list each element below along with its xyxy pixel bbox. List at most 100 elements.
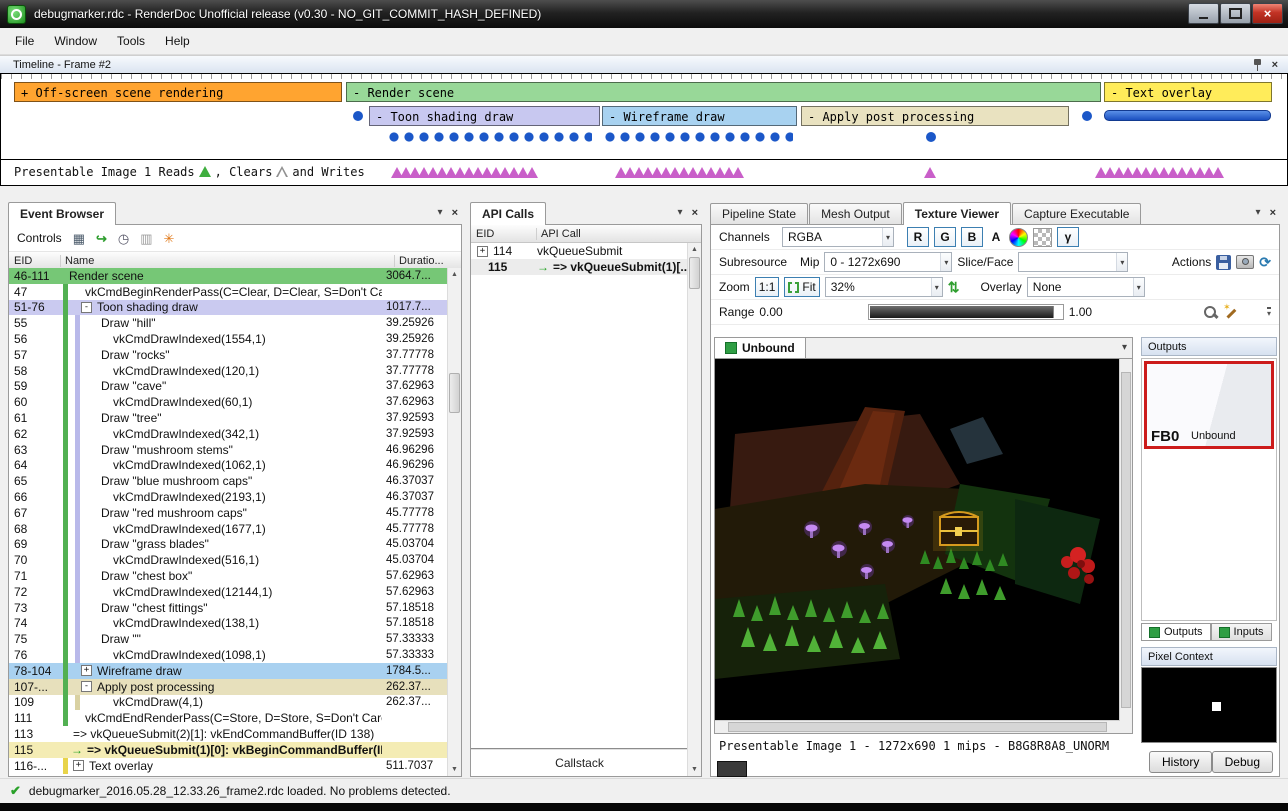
- api-row-115[interactable]: 115→=> vkQueueSubmit(1)[...: [471, 259, 701, 275]
- event-browser-scrollbar[interactable]: ▲ ▼: [447, 268, 461, 776]
- magnifier-icon[interactable]: [1203, 305, 1218, 320]
- column-eid[interactable]: EID: [471, 228, 537, 240]
- close-icon[interactable]: ×: [452, 207, 458, 219]
- texture-horizontal-scrollbar[interactable]: [715, 720, 1120, 733]
- tab-api-calls[interactable]: API Calls: [470, 202, 546, 225]
- event-row-116-...[interactable]: 116-...+Text overlay511.7037: [9, 758, 448, 774]
- timeline-block-wireframe[interactable]: - Wireframe draw: [602, 106, 797, 126]
- texture-viewport[interactable]: [714, 358, 1133, 734]
- draw-marker-dot[interactable]: [926, 132, 936, 142]
- event-row-61[interactable]: 61Draw "tree"37.92593: [9, 410, 448, 426]
- draw-marker-dot[interactable]: [353, 111, 363, 121]
- tab-event-browser[interactable]: Event Browser: [8, 202, 116, 225]
- api-row-114[interactable]: +114vkQueueSubmit: [471, 243, 701, 259]
- slice-face-dropdown[interactable]: ▾: [1018, 252, 1128, 272]
- event-row-75[interactable]: 75Draw ""57.33333: [9, 631, 448, 647]
- toolbar-overflow-icon[interactable]: ▾: [1267, 307, 1271, 317]
- event-row-62[interactable]: 62vkCmdDrawIndexed(342,1)37.92593: [9, 426, 448, 442]
- title-bar[interactable]: debugmarker.rdc - RenderDoc Unofficial r…: [0, 0, 1288, 28]
- api-calls-scrollbar[interactable]: ▲ ▼: [687, 243, 701, 776]
- snapshot-icon[interactable]: [1236, 255, 1254, 269]
- grid-icon[interactable]: ▦: [73, 232, 85, 245]
- timeline-block-text-overlay[interactable]: - Text overlay: [1104, 82, 1272, 102]
- autofit-wand-icon[interactable]: [1223, 305, 1238, 320]
- tab-mesh-output[interactable]: Mesh Output: [809, 203, 902, 225]
- toon-draw-dots[interactable]: [389, 132, 592, 142]
- event-row-74[interactable]: 74vkCmdDrawIndexed(138,1)57.18518: [9, 616, 448, 632]
- event-row-55[interactable]: 55Draw "hill"39.25926: [9, 315, 448, 331]
- event-row-76[interactable]: 76vkCmdDrawIndexed(1098,1)57.33333: [9, 647, 448, 663]
- channels-dropdown[interactable]: RGBA ▾: [782, 227, 894, 247]
- timeline-block-post-processing[interactable]: - Apply post processing: [801, 106, 1069, 126]
- checkerboard-icon[interactable]: [1033, 228, 1052, 247]
- scrollbar-thumb[interactable]: [689, 257, 700, 289]
- goto-icon[interactable]: ↪: [96, 232, 107, 245]
- event-row-72[interactable]: 72vkCmdDrawIndexed(12144,1)57.62963: [9, 584, 448, 600]
- event-row-78-104[interactable]: 78-104+Wireframe draw1784.5...: [9, 663, 448, 679]
- pin-icon[interactable]: [1253, 58, 1262, 71]
- event-row-64[interactable]: 64vkCmdDrawIndexed(1062,1)46.96296: [9, 458, 448, 474]
- tree-toggle-icon[interactable]: +: [73, 760, 84, 771]
- range-max-value[interactable]: 1.00: [1069, 305, 1092, 319]
- overlay-dropdown[interactable]: None ▾: [1027, 277, 1145, 297]
- tree-toggle-icon[interactable]: -: [81, 302, 92, 313]
- panel-menu-icon[interactable]: ▾: [678, 207, 683, 219]
- event-row-107-...[interactable]: 107-...-Apply post processing262.37...: [9, 679, 448, 695]
- maximize-button[interactable]: [1220, 3, 1251, 24]
- event-row-58[interactable]: 58vkCmdDrawIndexed(120,1)37.77778: [9, 363, 448, 379]
- refresh-icon[interactable]: ⟳: [1259, 255, 1271, 269]
- scroll-up-icon[interactable]: ▲: [448, 268, 461, 281]
- tree-toggle-icon[interactable]: +: [477, 246, 488, 257]
- write-triangle-markers[interactable]: [1098, 167, 1224, 178]
- scrollbar-thumb[interactable]: [1121, 372, 1131, 708]
- write-triangle-markers[interactable]: [394, 167, 538, 178]
- blue-channel-button[interactable]: B: [961, 227, 983, 247]
- range-slider[interactable]: [868, 304, 1064, 320]
- close-button[interactable]: ×: [1252, 3, 1283, 24]
- save-icon[interactable]: [1216, 255, 1231, 270]
- texture-tab-dropdown-icon[interactable]: ▾: [1122, 342, 1127, 353]
- close-icon[interactable]: ×: [1272, 59, 1278, 71]
- scrollbar-thumb[interactable]: [728, 722, 1107, 732]
- star-icon[interactable]: ✳: [164, 232, 175, 245]
- chart-icon[interactable]: ▥: [140, 232, 152, 245]
- minimize-button[interactable]: [1188, 3, 1219, 24]
- tab-texture-viewer[interactable]: Texture Viewer: [903, 202, 1011, 225]
- event-row-73[interactable]: 73Draw "chest fittings"57.18518: [9, 600, 448, 616]
- write-triangle-markers[interactable]: [618, 167, 744, 178]
- timeline-block-offscreen[interactable]: + Off-screen scene rendering: [14, 82, 342, 102]
- event-row-51-76[interactable]: 51-76-Toon shading draw1017.7...: [9, 300, 448, 316]
- timeline-block-render-scene[interactable]: - Render scene: [346, 82, 1101, 102]
- texture-tab-unbound[interactable]: Unbound: [715, 338, 806, 358]
- scroll-down-icon[interactable]: ▼: [688, 763, 701, 776]
- tree-toggle-icon[interactable]: +: [81, 665, 92, 676]
- event-row-65[interactable]: 65Draw "blue mushroom caps"46.37037: [9, 473, 448, 489]
- presentable-row[interactable]: Presentable Image 1 Reads, Clearsand Wri…: [1, 159, 1287, 185]
- draw-marker-dot[interactable]: [1082, 111, 1092, 121]
- event-row-56[interactable]: 56vkCmdDrawIndexed(1554,1)39.25926: [9, 331, 448, 347]
- event-row-69[interactable]: 69Draw "grass blades"45.03704: [9, 537, 448, 553]
- wireframe-draw-dots[interactable]: [605, 132, 793, 142]
- event-row-59[interactable]: 59Draw "cave"37.62963: [9, 379, 448, 395]
- event-row-113[interactable]: 113=> vkQueueSubmit(2)[1]: vkEndCommandB…: [9, 726, 448, 742]
- history-button[interactable]: History: [1149, 751, 1212, 773]
- fb0-thumbnail[interactable]: FB0 Unbound: [1144, 361, 1274, 449]
- column-name[interactable]: Name: [61, 255, 395, 267]
- panel-menu-icon[interactable]: ▾: [438, 207, 443, 219]
- menu-item-window[interactable]: Window: [44, 29, 107, 53]
- color-wheel-icon[interactable]: [1009, 228, 1028, 247]
- menu-item-help[interactable]: Help: [155, 29, 200, 53]
- event-row-63[interactable]: 63Draw "mushroom stems"46.96296: [9, 442, 448, 458]
- range-min-value[interactable]: 0.00: [759, 305, 782, 319]
- tab-capture-executable[interactable]: Capture Executable: [1012, 203, 1141, 225]
- event-row-68[interactable]: 68vkCmdDrawIndexed(1677,1)45.77778: [9, 521, 448, 537]
- event-row-67[interactable]: 67Draw "red mushroom caps"45.77778: [9, 505, 448, 521]
- scroll-down-icon[interactable]: ▼: [448, 763, 461, 776]
- tab-inputs[interactable]: Inputs: [1211, 623, 1272, 641]
- event-row-47[interactable]: 47vkCmdBeginRenderPass(C=Clear, D=Clear,…: [9, 284, 448, 300]
- green-channel-button[interactable]: G: [934, 227, 956, 247]
- scroll-up-icon[interactable]: ▲: [688, 243, 701, 256]
- timeline-panel-header[interactable]: Timeline - Frame #2 ×: [0, 55, 1288, 73]
- event-row-71[interactable]: 71Draw "chest box"57.62963: [9, 568, 448, 584]
- column-eid[interactable]: EID: [9, 255, 61, 267]
